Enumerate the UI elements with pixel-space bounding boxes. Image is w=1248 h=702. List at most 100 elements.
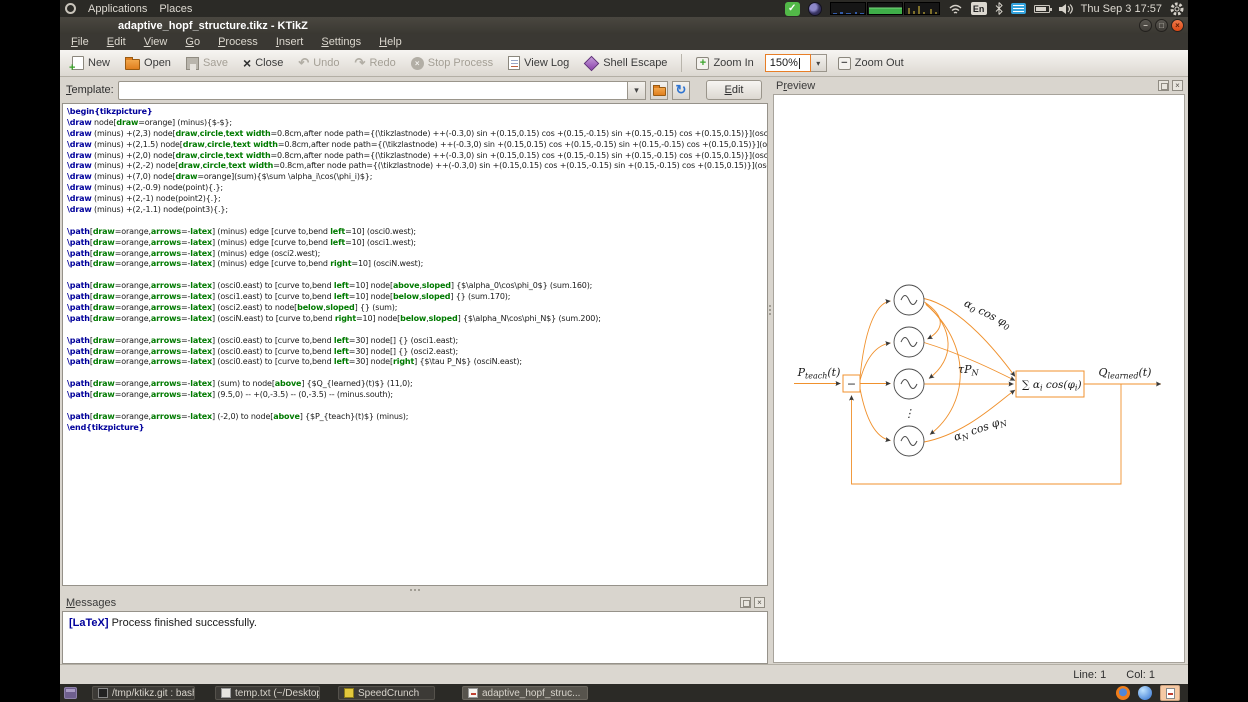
status-col: Col: 1 xyxy=(1126,669,1155,681)
keyboard-layout-indicator[interactable]: En xyxy=(971,2,987,15)
status-bar: Line: 1 Col: 1 xyxy=(60,664,1188,684)
open-label: Open xyxy=(144,57,171,69)
globe-app-icon[interactable] xyxy=(1138,686,1152,700)
session-gear-icon[interactable] xyxy=(1170,2,1184,16)
float-panel-icon[interactable] xyxy=(1158,80,1169,91)
minimize-button[interactable]: − xyxy=(1139,19,1152,32)
template-edit-label: Edit xyxy=(725,84,744,96)
volume-icon[interactable] xyxy=(1058,3,1073,15)
menu-view[interactable]: View xyxy=(135,36,177,48)
zoom-level-value: 150% xyxy=(770,57,798,69)
template-open-button[interactable] xyxy=(650,81,668,100)
new-label: New xyxy=(88,57,110,69)
code-line: \path[draw=orange,arrows=-latex] (osciN.… xyxy=(67,314,767,325)
show-desktop-icon[interactable] xyxy=(64,687,77,699)
ktikz-active-icon[interactable] xyxy=(1160,685,1180,701)
open-button[interactable]: Open xyxy=(119,54,177,72)
code-line xyxy=(67,368,767,379)
battery-icon[interactable] xyxy=(1034,5,1050,13)
close-file-button[interactable]: × Close xyxy=(237,55,289,71)
taskbar-item-3[interactable]: SpeedCrunch xyxy=(338,686,435,700)
taskbar-item-1[interactable]: /tmp/ktikz.git : bash ... xyxy=(92,686,195,700)
calculator-icon xyxy=(344,688,354,698)
zoom-dropdown-arrow-icon[interactable]: ▾ xyxy=(811,54,827,72)
taskbar-item-2[interactable]: temp.txt (~/Desktop... xyxy=(215,686,320,700)
view-log-button[interactable]: View Log xyxy=(502,54,575,72)
close-panel-icon[interactable]: × xyxy=(754,597,765,608)
log-document-icon xyxy=(508,56,520,70)
menu-process[interactable]: Process xyxy=(209,36,267,48)
messages-title: Messages xyxy=(66,597,116,609)
undo-button[interactable]: ↶ Undo xyxy=(292,55,345,71)
shell-escape-button[interactable]: Shell Escape xyxy=(578,55,673,71)
vertical-dots-label: ⋮ xyxy=(904,407,915,420)
save-floppy-icon xyxy=(186,57,199,70)
messages-log[interactable]: [LaTeX] Process finished successfully. xyxy=(62,611,768,664)
save-button[interactable]: Save xyxy=(180,55,234,72)
close-window-button[interactable]: × xyxy=(1171,19,1184,32)
code-editor[interactable]: \begin{tikzpicture}\draw node[draw=orang… xyxy=(62,103,768,586)
clock[interactable]: Thu Sep 3 17:57 xyxy=(1081,3,1162,15)
template-combobox[interactable]: ▾ xyxy=(118,81,646,100)
toolbar-separator xyxy=(681,54,682,72)
load-graph-icon xyxy=(904,2,940,15)
mail-icon[interactable] xyxy=(1011,3,1026,14)
zoom-level-combobox[interactable]: 150% ▾ xyxy=(765,54,827,72)
menu-insert[interactable]: Insert xyxy=(267,36,313,48)
menu-settings[interactable]: Settings xyxy=(312,36,370,48)
system-monitor-applet[interactable] xyxy=(830,2,940,15)
code-line: \path[draw=orange,arrows=-latex] (9.5,0)… xyxy=(67,390,767,401)
code-line: \path[draw=orange,arrows=-latex] (osci1.… xyxy=(67,292,767,303)
firefox-icon[interactable] xyxy=(1116,686,1130,700)
preview-panel-header: Preview × xyxy=(772,77,1186,94)
undo-arrow-icon: ↶ xyxy=(298,57,309,69)
vertical-splitter[interactable] xyxy=(768,77,772,664)
minus-sign-label: − xyxy=(847,378,856,391)
code-line: \begin{tikzpicture} xyxy=(67,107,767,118)
tau-pn-label: τPN xyxy=(958,363,980,378)
horizontal-splitter[interactable] xyxy=(62,586,768,594)
shell-escape-diamond-icon xyxy=(584,55,600,71)
zoom-out-button[interactable]: − Zoom Out xyxy=(832,55,910,72)
main-toolbar: New Open Save × Close ↶ Undo ↷ Redo × St… xyxy=(60,50,1188,77)
float-panel-icon[interactable] xyxy=(740,597,751,608)
message-text: Process finished successfully. xyxy=(112,617,257,629)
template-edit-button[interactable]: Edit xyxy=(706,80,762,100)
code-line xyxy=(67,270,767,281)
zoom-in-button[interactable]: + Zoom In xyxy=(690,55,759,72)
maximize-button[interactable]: □ xyxy=(1155,19,1168,32)
menu-edit[interactable]: Edit xyxy=(98,36,135,48)
stop-process-button[interactable]: × Stop Process xyxy=(405,55,499,72)
applications-menu[interactable]: Applications xyxy=(88,3,147,15)
zoom-out-icon: − xyxy=(838,57,851,70)
zoom-level-input[interactable]: 150% xyxy=(765,54,811,72)
window-titlebar[interactable]: adaptive_hopf_structure.tikz - KTikZ − □… xyxy=(60,17,1188,34)
code-line xyxy=(67,401,767,412)
close-panel-icon[interactable]: × xyxy=(1172,80,1183,91)
update-ok-icon[interactable]: ✓ xyxy=(785,2,800,16)
wifi-icon[interactable] xyxy=(948,3,963,15)
code-line: \draw (minus) +(2,-1.1) node(point3){.}; xyxy=(67,205,767,216)
shell-escape-label: Shell Escape xyxy=(603,57,667,69)
code-line: \draw (minus) +(7,0) node[draw=orange](s… xyxy=(67,172,767,183)
distributor-logo-icon[interactable] xyxy=(65,3,76,14)
menu-help[interactable]: Help xyxy=(370,36,411,48)
template-reload-button[interactable]: ↻ xyxy=(672,81,690,100)
taskbar-item-4[interactable]: adaptive_hopf_struc... xyxy=(462,686,588,700)
template-dropdown-arrow-icon[interactable]: ▾ xyxy=(627,82,645,99)
new-button[interactable]: New xyxy=(66,54,116,72)
refresh-icon: ↻ xyxy=(676,82,687,98)
folder-icon xyxy=(653,87,666,96)
menu-file[interactable]: File xyxy=(62,36,98,48)
taskbar-item-label: /tmp/ktikz.git : bash ... xyxy=(112,688,195,699)
places-menu[interactable]: Places xyxy=(159,3,192,15)
oscillator-nodes xyxy=(894,285,924,456)
code-line: \path[draw=orange,arrows=-latex] (-2,0) … xyxy=(67,412,767,423)
taskbar-item-label: SpeedCrunch xyxy=(358,688,419,699)
web-tray-icon[interactable] xyxy=(808,2,822,16)
menu-go[interactable]: Go xyxy=(176,36,209,48)
code-line: \end{tikzpicture} xyxy=(67,423,767,434)
open-folder-icon xyxy=(125,59,140,70)
bluetooth-icon[interactable] xyxy=(995,2,1003,15)
redo-button[interactable]: ↷ Redo xyxy=(349,55,402,71)
